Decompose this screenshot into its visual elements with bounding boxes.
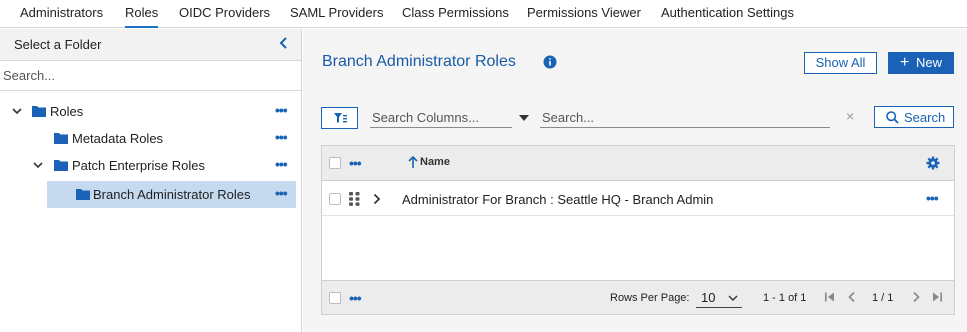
- chevron-down-icon[interactable]: [32, 159, 44, 171]
- column-header-name[interactable]: Name: [420, 156, 450, 168]
- plus-icon: +: [900, 54, 910, 71]
- folder-icon: [76, 189, 90, 200]
- gear-icon[interactable]: [926, 156, 940, 170]
- tree-item-label: Patch Enterprise Roles: [72, 158, 205, 173]
- top-tab-bar: Administrators Roles OIDC Providers SAML…: [0, 0, 967, 28]
- folder-panel-header: Select a Folder: [0, 29, 301, 60]
- page-indicator: 1 / 1: [872, 292, 894, 304]
- folder-icon: [54, 160, 68, 171]
- info-icon[interactable]: [543, 55, 557, 69]
- tree-item-label: Branch Administrator Roles: [93, 187, 251, 202]
- folder-icon: [32, 106, 46, 117]
- rows-per-page-value: 10: [701, 290, 716, 305]
- grid-header: ••• Name: [322, 146, 954, 181]
- sort-up-icon[interactable]: [408, 156, 418, 168]
- search-columns-input[interactable]: [370, 107, 512, 128]
- tab-roles[interactable]: Roles: [125, 0, 159, 28]
- more-options-icon[interactable]: •••: [275, 185, 288, 201]
- tree-item-patch-enterprise-roles[interactable]: Patch Enterprise Roles •••: [0, 154, 301, 178]
- chevron-down-icon[interactable]: [519, 115, 529, 121]
- row-name: Administrator For Branch : Seattle HQ - …: [402, 192, 714, 207]
- tab-oidc-providers[interactable]: OIDC Providers: [179, 0, 270, 28]
- search-button-label: Search: [904, 110, 946, 125]
- chevron-down-icon: [728, 295, 738, 301]
- show-all-button[interactable]: Show All: [804, 52, 877, 74]
- folder-panel-title: Select a Folder: [14, 37, 102, 52]
- tab-permissions-viewer[interactable]: Permissions Viewer: [527, 0, 641, 28]
- tree-item-label: Roles: [50, 104, 84, 119]
- filter-icon: [334, 113, 347, 123]
- first-page-icon[interactable]: [824, 291, 836, 303]
- chevron-right-icon[interactable]: [373, 193, 381, 205]
- clear-search-icon[interactable]: ×: [846, 108, 854, 124]
- next-page-icon[interactable]: [910, 291, 922, 303]
- tab-authentication-settings[interactable]: Authentication Settings: [661, 0, 794, 28]
- tree-item-label: Metadata Roles: [72, 131, 164, 146]
- footer-checkbox[interactable]: [329, 292, 341, 304]
- more-options-icon[interactable]: •••: [926, 190, 939, 206]
- main-panel: Branch Administrator Roles Show All + Ne…: [303, 29, 967, 332]
- search-icon: [886, 111, 899, 124]
- chevron-down-icon[interactable]: [11, 105, 23, 117]
- more-options-icon[interactable]: •••: [349, 155, 362, 171]
- last-page-icon[interactable]: [931, 291, 943, 303]
- more-options-icon[interactable]: •••: [275, 156, 288, 172]
- search-input[interactable]: [540, 107, 830, 128]
- search-button[interactable]: Search: [874, 106, 954, 128]
- more-options-icon[interactable]: •••: [349, 290, 362, 306]
- column-filter-button[interactable]: [321, 107, 358, 129]
- tab-class-permissions[interactable]: Class Permissions: [402, 0, 509, 28]
- more-options-icon[interactable]: •••: [275, 129, 288, 145]
- tab-administrators[interactable]: Administrators: [20, 0, 103, 28]
- page-range: 1 - 1 of 1: [763, 292, 807, 304]
- rows-per-page-label: Rows Per Page:: [610, 292, 690, 304]
- more-options-icon[interactable]: •••: [275, 102, 288, 118]
- drag-handle-icon[interactable]: [349, 192, 360, 206]
- table-row[interactable]: Administrator For Branch : Seattle HQ - …: [322, 182, 954, 216]
- chevron-left-icon[interactable]: [277, 35, 291, 51]
- tree-item-branch-administrator-roles[interactable]: Branch Administrator Roles •••: [47, 181, 296, 208]
- roles-grid: ••• Name Administrator For Branch : Seat…: [321, 145, 955, 315]
- tree-item-metadata-roles[interactable]: Metadata Roles •••: [0, 127, 301, 151]
- row-checkbox[interactable]: [329, 193, 341, 205]
- tree-item-roles[interactable]: Roles •••: [0, 100, 301, 124]
- tab-saml-providers[interactable]: SAML Providers: [290, 0, 383, 28]
- prev-page-icon[interactable]: [846, 291, 858, 303]
- select-all-checkbox[interactable]: [329, 157, 341, 169]
- folder-icon: [54, 133, 68, 144]
- rows-per-page-select[interactable]: 10: [696, 288, 742, 308]
- new-button-label: New: [916, 55, 943, 70]
- grid-footer: ••• Rows Per Page: 10 1 - 1 of 1 1 / 1: [322, 280, 954, 314]
- folder-panel: Select a Folder Roles ••• Metadata Roles…: [0, 29, 302, 332]
- page-title: Branch Administrator Roles: [322, 53, 516, 70]
- new-button[interactable]: + New: [888, 52, 954, 74]
- folder-search-input[interactable]: [0, 60, 301, 91]
